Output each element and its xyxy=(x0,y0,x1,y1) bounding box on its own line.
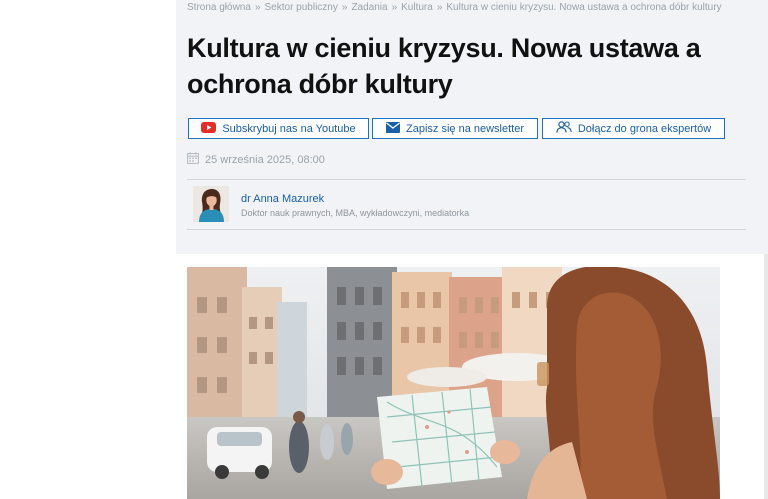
breadcrumb-separator: » xyxy=(341,2,348,13)
calendar-icon xyxy=(187,152,199,167)
newsletter-button[interactable]: Zapisz się na newsletter xyxy=(372,118,538,139)
divider xyxy=(187,229,746,230)
breadcrumb-separator: » xyxy=(254,2,261,13)
breadcrumb-item-current: Kultura w cieniu kryzysu. Nowa ustawa a … xyxy=(446,2,722,13)
users-icon xyxy=(556,121,572,136)
page-title: Kultura w cieniu kryzysu. Nowa ustawa a … xyxy=(187,33,701,99)
join-experts-label: Dołącz do grona ekspertów xyxy=(577,122,712,135)
scrollbar[interactable] xyxy=(764,254,768,499)
article-hero-image xyxy=(187,267,720,499)
publish-date: 25 września 2025, 08:00 xyxy=(187,152,325,167)
join-experts-button[interactable]: Dołącz do grona ekspertów xyxy=(542,118,725,139)
avatar[interactable] xyxy=(193,186,229,222)
author-description: Doktor nauk prawnych, MBA, wykładowczyni… xyxy=(241,208,470,218)
youtube-subscribe-label: Subskrybuj nas na Youtube xyxy=(222,122,356,135)
newsletter-label: Zapisz się na newsletter xyxy=(406,122,524,135)
breadcrumb-item-home[interactable]: Strona główna xyxy=(187,2,251,13)
publish-date-text: 25 września 2025, 08:00 xyxy=(205,153,325,166)
breadcrumb-separator: » xyxy=(436,2,443,13)
breadcrumb-item-tasks[interactable]: Zadania xyxy=(351,2,387,13)
youtube-icon xyxy=(201,121,217,136)
breadcrumb-separator: » xyxy=(391,2,398,13)
envelope-icon xyxy=(386,121,400,136)
youtube-subscribe-button[interactable]: Subskrybuj nas na Youtube xyxy=(188,118,369,139)
breadcrumb-item-culture[interactable]: Kultura xyxy=(401,2,433,13)
breadcrumb: Strona główna» Sektor publiczny» Zadania» K… xyxy=(187,2,722,13)
breadcrumb-item-sector[interactable]: Sektor publiczny xyxy=(265,2,338,13)
author-name[interactable]: dr Anna Mazurek xyxy=(241,193,324,205)
divider xyxy=(187,179,746,180)
